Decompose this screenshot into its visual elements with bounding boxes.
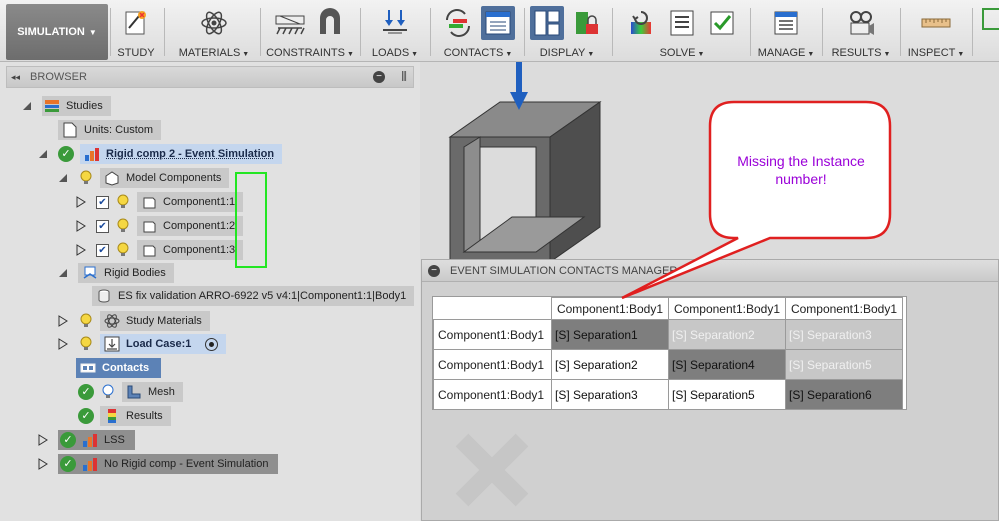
callout-line-1: Missing the Instance <box>737 153 865 169</box>
callout-bubble <box>621 100 892 300</box>
callout-line-2: number! <box>775 171 827 187</box>
callout-text: Missing the Instance number! <box>718 152 884 188</box>
